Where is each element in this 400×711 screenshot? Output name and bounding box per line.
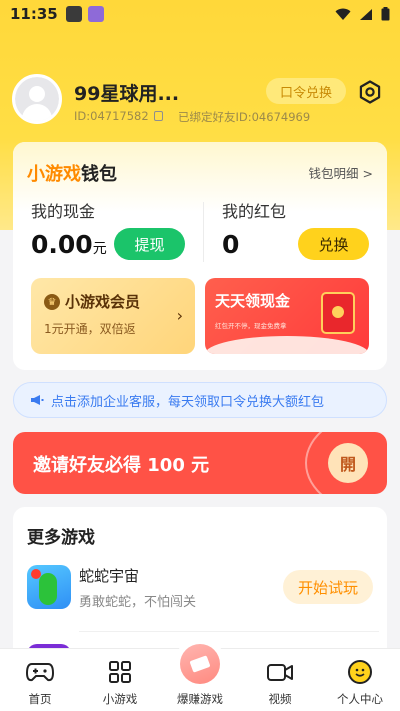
- redpack-value: 0: [222, 230, 240, 259]
- divider: [79, 631, 379, 632]
- battery-icon: [381, 7, 390, 21]
- gamepad-icon: [26, 663, 54, 682]
- withdraw-button[interactable]: 提现: [114, 228, 185, 260]
- tab-video[interactable]: 视频: [240, 659, 320, 707]
- wallet-card: 小游戏钱包 钱包明细 > 我的现金 0.00元 提现 我的红包 0 兑换 ♛ 小…: [13, 142, 387, 370]
- cash-value: 0.00元: [31, 230, 107, 259]
- exchange-button[interactable]: 兑换: [298, 228, 369, 260]
- daily-cash-card[interactable]: 天天领现金 红包开不停，现金免费拿: [205, 278, 369, 354]
- megaphone-icon: [31, 395, 44, 405]
- cash-label: 我的现金: [31, 202, 96, 221]
- signal-icon: [360, 8, 372, 20]
- avatar[interactable]: [12, 74, 62, 124]
- tab-mini-games[interactable]: 小游戏: [80, 659, 160, 707]
- invite-open-button[interactable]: 開: [328, 443, 368, 483]
- smile-icon: [348, 660, 372, 684]
- game-desc: 勇敢蛇蛇，不怕闯关: [79, 595, 197, 610]
- vip-subtitle: 1元开通，双倍返: [44, 322, 136, 336]
- grid-icon: [109, 661, 131, 683]
- username[interactable]: 99星球用...: [74, 79, 179, 106]
- settings-icon[interactable]: [358, 80, 382, 104]
- copy-icon[interactable]: [153, 111, 163, 121]
- notification-app-icon: [65, 6, 82, 22]
- notice-text: 点击添加企业客服，每天领取口令兑换大额红包: [51, 394, 325, 410]
- status-bar: 11:35: [0, 0, 400, 28]
- wallet-detail-link[interactable]: 钱包明细 >: [309, 163, 373, 182]
- tab-label: 视频: [268, 692, 292, 706]
- cloud-decoration: [205, 336, 369, 354]
- vip-membership-card[interactable]: ♛ 小游戏会员 1元开通，双倍返 ›: [31, 278, 195, 354]
- tab-label: 个人中心: [337, 692, 383, 706]
- money-icon[interactable]: [180, 644, 220, 684]
- tab-home[interactable]: 首页: [0, 659, 80, 707]
- tab-label: 首页: [28, 692, 52, 706]
- snake-game-icon[interactable]: [27, 565, 71, 609]
- daily-cash-subtitle: 红包开不停，现金免费拿: [215, 322, 287, 330]
- divider: [203, 202, 204, 262]
- games-section-title: 更多游戏: [27, 528, 95, 548]
- profile-header: 99星球用... ID:04717582 已绑定好友ID:04674969 口令…: [12, 74, 388, 130]
- code-redeem-button[interactable]: 口令兑换: [266, 78, 346, 104]
- bound-friend-id: 已绑定好友ID:04674969: [178, 110, 311, 124]
- tab-label: 爆赚游戏: [177, 692, 223, 706]
- status-time: 11:35: [10, 5, 58, 23]
- chevron-right-icon: ›: [176, 306, 183, 325]
- tab-label: 小游戏: [102, 692, 138, 706]
- crown-icon: ♛: [44, 294, 60, 310]
- daily-cash-title: 天天领现金: [215, 292, 291, 310]
- customer-service-notice[interactable]: 点击添加企业客服，每天领取口令兑换大额红包: [13, 382, 387, 418]
- red-envelope-icon: [321, 292, 355, 334]
- invite-banner[interactable]: 邀请好友必得 100 元 開: [13, 432, 387, 494]
- video-icon: [267, 664, 293, 681]
- redpack-label: 我的红包: [222, 202, 287, 221]
- wifi-icon: [335, 8, 351, 20]
- wallet-title: 小游戏钱包: [27, 164, 117, 185]
- notification-app-icon: [87, 6, 104, 22]
- game-name[interactable]: 蛇蛇宇宙: [79, 565, 139, 586]
- user-id-text: ID:04717582: [74, 109, 149, 123]
- tab-profile[interactable]: 个人中心: [320, 659, 400, 707]
- start-trial-button[interactable]: 开始试玩: [283, 570, 373, 604]
- user-id: ID:04717582: [74, 109, 163, 123]
- invite-text: 邀请好友必得 100 元: [33, 455, 210, 476]
- vip-title: 小游戏会员: [65, 293, 141, 311]
